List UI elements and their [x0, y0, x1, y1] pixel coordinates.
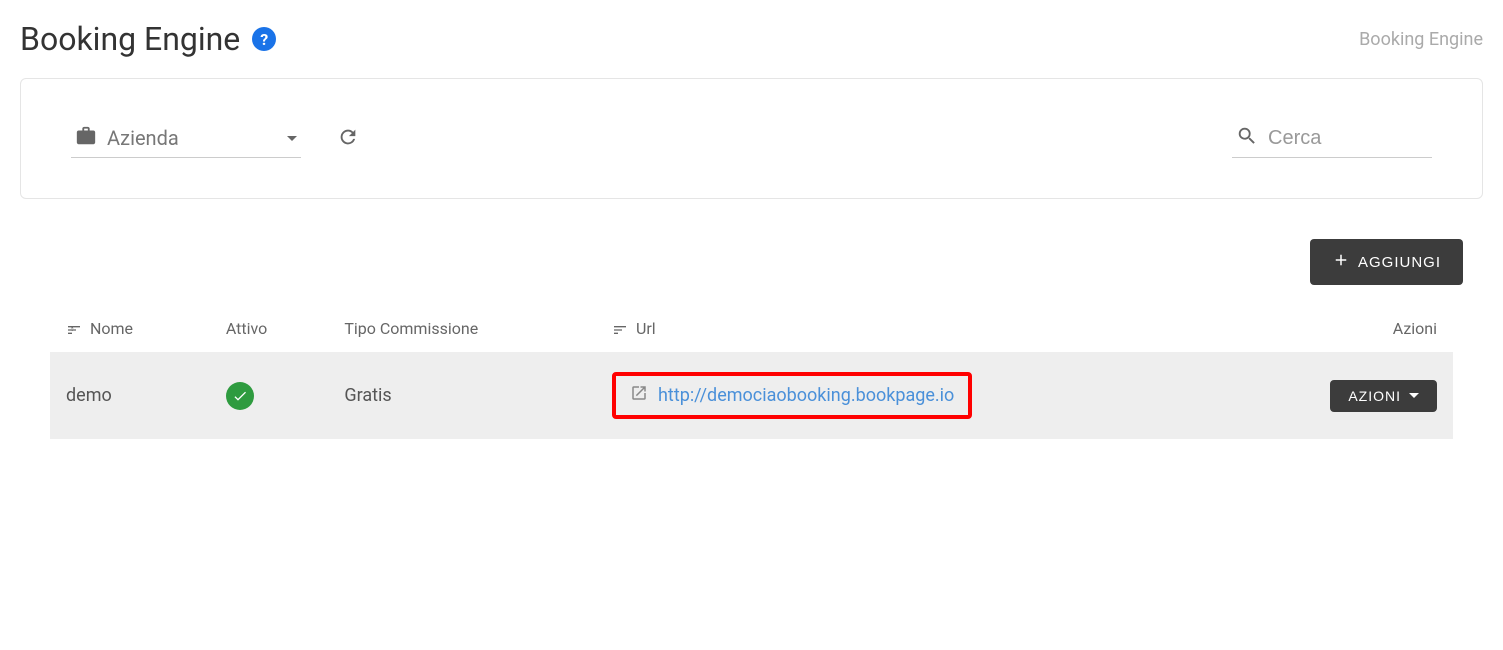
plus-icon	[1332, 251, 1350, 273]
refresh-button[interactable]	[331, 120, 365, 157]
refresh-icon	[337, 126, 359, 151]
row-actions-button[interactable]: AZIONI	[1330, 380, 1437, 412]
column-header-actions: Azioni	[1229, 305, 1453, 352]
url-link[interactable]: http://demociaobooking.bookpage.io	[658, 385, 954, 406]
add-button-label: AGGIUNGI	[1358, 254, 1441, 271]
chevron-down-icon	[287, 136, 297, 141]
help-icon[interactable]: ?	[252, 27, 276, 51]
cell-actions: AZIONI	[1229, 352, 1453, 439]
table-row: demo Gratis http://demociaobooking.bookp…	[50, 352, 1453, 439]
company-select[interactable]: Azienda	[71, 119, 301, 158]
url-highlight-box: http://demociaobooking.bookpage.io	[612, 372, 972, 419]
company-select-label: Azienda	[107, 126, 277, 150]
cell-commission: Gratis	[328, 352, 596, 439]
row-actions-label: AZIONI	[1348, 388, 1401, 404]
breadcrumb: Booking Engine	[1359, 29, 1483, 50]
add-button[interactable]: AGGIUNGI	[1310, 239, 1463, 285]
column-header-active[interactable]: Attivo	[210, 305, 329, 352]
filter-panel: Azienda	[20, 78, 1483, 199]
booking-table: Nome Attivo Tipo Commissione Url Azioni	[50, 305, 1453, 439]
column-header-url[interactable]: Url	[596, 305, 1229, 352]
search-icon	[1236, 125, 1258, 151]
page-title: Booking Engine ?	[20, 20, 276, 58]
page-title-text: Booking Engine	[20, 20, 240, 58]
cell-url: http://demociaobooking.bookpage.io	[596, 352, 1229, 439]
column-header-commission[interactable]: Tipo Commissione	[328, 305, 596, 352]
column-header-name[interactable]: Nome	[50, 305, 210, 352]
sort-icon	[612, 322, 628, 338]
sort-icon	[66, 322, 82, 338]
chevron-down-icon	[1409, 393, 1419, 398]
external-link-icon[interactable]	[630, 384, 648, 407]
cell-name: demo	[50, 352, 210, 439]
search-input[interactable]	[1268, 127, 1428, 150]
cell-active	[210, 352, 329, 439]
search-wrapper	[1232, 119, 1432, 158]
briefcase-icon	[75, 125, 97, 151]
check-circle-icon	[226, 382, 254, 410]
